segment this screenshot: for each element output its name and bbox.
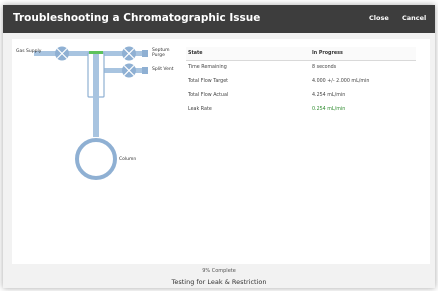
split-vent-valve-icon [122, 63, 148, 78]
status-header-row: State In Progress [186, 47, 416, 61]
dialog-content: Gas Supply Septum Purge Split Vent Colum… [12, 39, 430, 264]
column-line [93, 53, 99, 137]
septum-purge-valve-icon [122, 46, 148, 61]
split-vent-label: Split Vent [152, 67, 174, 72]
flow-diagram: Gas Supply Septum Purge Split Vent Colum… [12, 39, 182, 189]
flow-actual-label: Total Flow Actual [188, 93, 229, 98]
progress-percent: 9% Complete [202, 268, 236, 274]
septum-purge-label: Septum Purge [152, 48, 170, 58]
status-table: State In Progress Time Remaining 8 secon… [186, 47, 416, 117]
state-header: State [186, 47, 310, 61]
leak-rate-value: 0.254 mL/min [312, 107, 346, 112]
flow-target-value: 4.000 +/- 2.000 mL/min [312, 79, 370, 84]
column-coil [75, 138, 117, 180]
table-row: Time Remaining 8 seconds [186, 61, 416, 75]
flow-indicator [89, 51, 103, 54]
leak-rate-label: Leak Rate [188, 107, 212, 112]
table-row: Leak Rate 0.254 mL/min [186, 103, 416, 117]
flow-diagram-svg [34, 46, 148, 180]
supply-line [34, 51, 134, 56]
time-remaining-label: Time Remaining [188, 65, 227, 70]
progress-status: Testing for Leak & Restriction [171, 278, 267, 286]
flow-target-label: Total Flow Target [188, 79, 229, 84]
gas-supply-label: Gas Supply [16, 49, 42, 54]
leak-test-dialog: Troubleshooting a Chromatographic Issue … [3, 5, 435, 288]
cancel-button[interactable]: Cancel [402, 14, 426, 22]
dialog-title: Troubleshooting a Chromatographic Issue [13, 12, 261, 24]
table-row: Total Flow Target 4.000 +/- 2.000 mL/min [186, 75, 416, 89]
gas-supply-valve-icon [55, 46, 69, 61]
flow-actual-value: 4.254 mL/min [312, 93, 346, 98]
dialog-titlebar: Troubleshooting a Chromatographic Issue … [3, 5, 435, 33]
close-button[interactable]: Close [369, 14, 389, 22]
column-label: Column [119, 157, 137, 162]
table-row: Total Flow Actual 4.254 mL/min [186, 89, 416, 103]
time-remaining-value: 8 seconds [312, 65, 337, 70]
in-progress-header: In Progress [310, 47, 416, 61]
